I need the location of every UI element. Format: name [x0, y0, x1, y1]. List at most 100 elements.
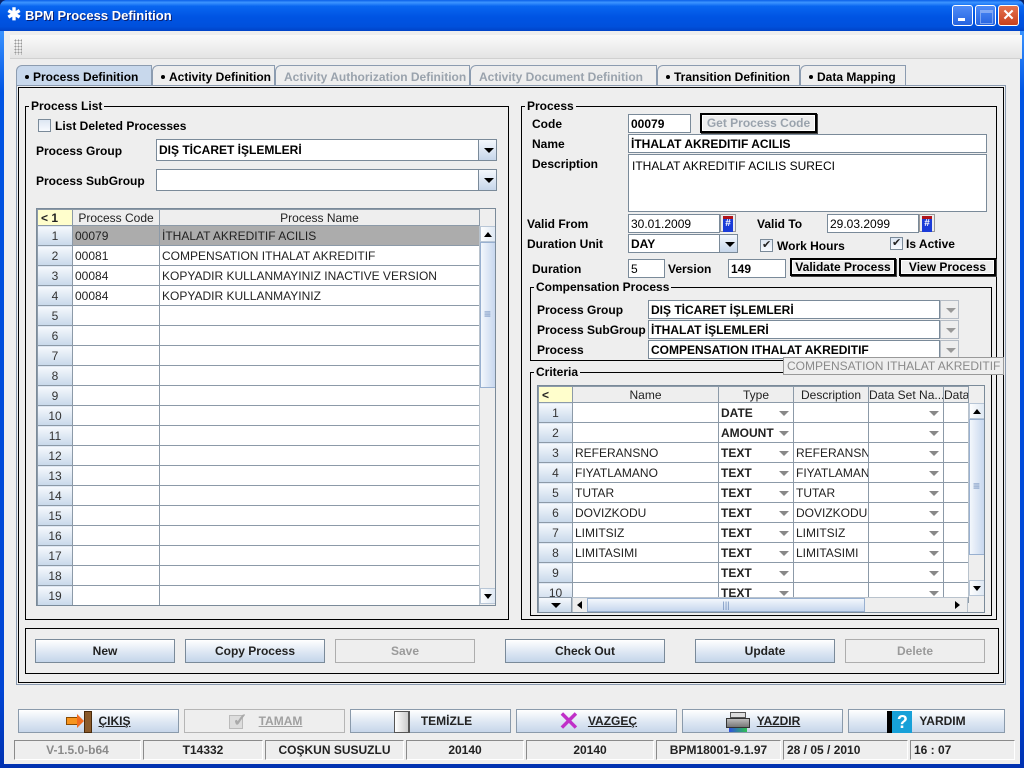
- scrollbar-thumb[interactable]: |||: [587, 598, 865, 612]
- table-row[interactable]: 11: [37, 425, 480, 446]
- criteria-description-cell[interactable]: FIYATLAMAN: [793, 462, 869, 483]
- process-name-cell[interactable]: KOPYADIR KULLANMAYINIZ INACTIVE VERSION: [159, 265, 480, 286]
- scroll-up-icon[interactable]: [969, 403, 984, 419]
- code-field[interactable]: 00079: [628, 114, 691, 133]
- process-code-cell[interactable]: [72, 505, 160, 526]
- process-code-cell[interactable]: [72, 425, 160, 446]
- process-name-cell[interactable]: [159, 405, 480, 426]
- process-name-cell[interactable]: [159, 305, 480, 326]
- process-code-cell[interactable]: [72, 345, 160, 366]
- criteria-dataset-cell[interactable]: [868, 522, 944, 543]
- criteria-row[interactable]: 5 TUTAR TEXT TUTAR: [538, 482, 969, 503]
- process-code-cell[interactable]: [72, 445, 160, 466]
- criteria-data-cell[interactable]: [943, 462, 969, 483]
- table-row[interactable]: 19: [37, 585, 480, 605]
- table-row[interactable]: 18: [37, 565, 480, 586]
- chevron-down-icon[interactable]: [929, 411, 939, 416]
- criteria-data-cell[interactable]: [943, 442, 969, 463]
- delete-button[interactable]: Delete: [845, 639, 985, 663]
- tab-data-mapping[interactable]: Data Mapping: [800, 65, 906, 85]
- view-process-button[interactable]: View Process: [899, 258, 996, 276]
- criteria-type-cell[interactable]: TEXT: [718, 482, 794, 503]
- tab-transition-definition[interactable]: Transition Definition: [657, 65, 800, 85]
- table-row[interactable]: 8: [37, 365, 480, 386]
- table-row[interactable]: 12: [37, 445, 480, 466]
- criteria-name-cell[interactable]: REFERANSNO: [572, 442, 719, 463]
- process-code-cell[interactable]: [72, 465, 160, 486]
- table-row[interactable]: 5: [37, 305, 480, 326]
- row-header[interactable]: 9: [37, 385, 73, 406]
- row-header[interactable]: 11: [37, 425, 73, 446]
- row-header[interactable]: 7: [37, 345, 73, 366]
- row-header[interactable]: 7: [538, 522, 573, 543]
- row-header[interactable]: 10: [37, 405, 73, 426]
- chevron-down-icon[interactable]: [940, 320, 959, 339]
- process-name-cell[interactable]: [159, 485, 480, 506]
- table-row[interactable]: 14: [37, 485, 480, 506]
- table-row[interactable]: 15: [37, 505, 480, 526]
- print-button[interactable]: YAZDIR: [682, 709, 843, 733]
- process-name-cell[interactable]: [159, 445, 480, 466]
- copy-process-button[interactable]: Copy Process: [185, 639, 325, 663]
- scroll-left-icon[interactable]: [577, 601, 582, 609]
- new-button[interactable]: New: [35, 639, 175, 663]
- row-header[interactable]: 6: [37, 325, 73, 346]
- table-row[interactable]: 17: [37, 545, 480, 566]
- criteria-data-cell[interactable]: [943, 522, 969, 543]
- criteria-row[interactable]: 3 REFERANSNO TEXT REFERANSN: [538, 442, 969, 463]
- exit-button[interactable]: ÇIKIŞ: [18, 709, 179, 733]
- table-row[interactable]: 7: [37, 345, 480, 366]
- criteria-data-cell[interactable]: [943, 422, 969, 443]
- row-header[interactable]: 2: [37, 245, 73, 266]
- column-header-data[interactable]: Data: [943, 386, 969, 403]
- column-header-data-set-name[interactable]: Data Set Na...: [868, 386, 944, 403]
- chevron-down-icon[interactable]: [478, 139, 497, 161]
- row-header[interactable]: 14: [37, 485, 73, 506]
- process-code-cell[interactable]: [72, 385, 160, 406]
- row-header[interactable]: 1: [538, 402, 573, 423]
- criteria-row[interactable]: 6 DOVIZKODU TEXT DOVIZKODU: [538, 502, 969, 523]
- column-header-process-name[interactable]: Process Name: [159, 209, 480, 226]
- calendar-icon[interactable]: [919, 214, 935, 232]
- table-row[interactable]: 3 00084 KOPYADIR KULLANMAYINIZ INACTIVE VE…: [37, 265, 480, 286]
- chevron-down-icon[interactable]: [779, 551, 789, 556]
- criteria-dataset-cell[interactable]: [868, 422, 944, 443]
- chevron-down-icon[interactable]: [929, 431, 939, 436]
- valid-from-field[interactable]: 30.01.2009: [628, 214, 720, 233]
- scroll-up-icon[interactable]: [480, 226, 495, 242]
- process-code-cell[interactable]: [72, 325, 160, 346]
- process-name-cell[interactable]: İTHALAT AKREDITIF ACILIS: [159, 225, 480, 246]
- criteria-data-cell[interactable]: [943, 502, 969, 523]
- table-row[interactable]: 9: [37, 385, 480, 406]
- row-header[interactable]: 2: [538, 422, 573, 443]
- criteria-dataset-cell[interactable]: [868, 502, 944, 523]
- table-row[interactable]: 16: [37, 525, 480, 546]
- criteria-data-cell[interactable]: [943, 562, 969, 583]
- criteria-row[interactable]: 2 AMOUNT: [538, 422, 969, 443]
- criteria-type-cell[interactable]: TEXT: [718, 462, 794, 483]
- chevron-down-icon[interactable]: [779, 571, 789, 576]
- table-row[interactable]: 1 00079 İTHALAT AKREDITIF ACILIS: [37, 225, 480, 246]
- compensation-group-combo[interactable]: DIŞ TİCARET İŞLEMLERİ: [648, 300, 940, 319]
- row-header-scroll-down[interactable]: [538, 597, 572, 612]
- compensation-subgroup-combo[interactable]: İTHALAT İŞLEMLERİ: [648, 320, 940, 339]
- process-group-combo[interactable]: DIŞ TİCARET İŞLEMLERİ: [156, 139, 480, 161]
- table-row[interactable]: 13: [37, 465, 480, 486]
- process-name-cell[interactable]: COMPENSATION ITHALAT AKREDITIF: [159, 245, 480, 266]
- tab-activity-document-definition[interactable]: Activity Document Definition: [470, 65, 657, 85]
- process-table-scrollbar[interactable]: [479, 226, 495, 605]
- process-code-cell[interactable]: [72, 365, 160, 386]
- check-out-button[interactable]: Check Out: [505, 639, 665, 663]
- scrollbar-thumb[interactable]: [969, 419, 984, 555]
- chevron-down-icon[interactable]: [929, 511, 939, 516]
- chevron-down-icon[interactable]: [929, 551, 939, 556]
- process-code-cell[interactable]: 00084: [72, 265, 160, 286]
- chevron-down-icon[interactable]: [779, 431, 789, 436]
- criteria-row[interactable]: 8 LIMITASIMI TEXT LIMITASIMI: [538, 542, 969, 563]
- criteria-description-cell[interactable]: LIMITSIZ: [793, 522, 869, 543]
- process-code-cell[interactable]: [72, 525, 160, 546]
- table-row[interactable]: 2 00081 COMPENSATION ITHALAT AKREDITIF: [37, 245, 480, 266]
- tab-activity-authorization-definition[interactable]: Activity Authorization Definition: [275, 65, 470, 85]
- criteria-row[interactable]: 1 DATE: [538, 402, 969, 423]
- process-code-cell[interactable]: [72, 585, 160, 605]
